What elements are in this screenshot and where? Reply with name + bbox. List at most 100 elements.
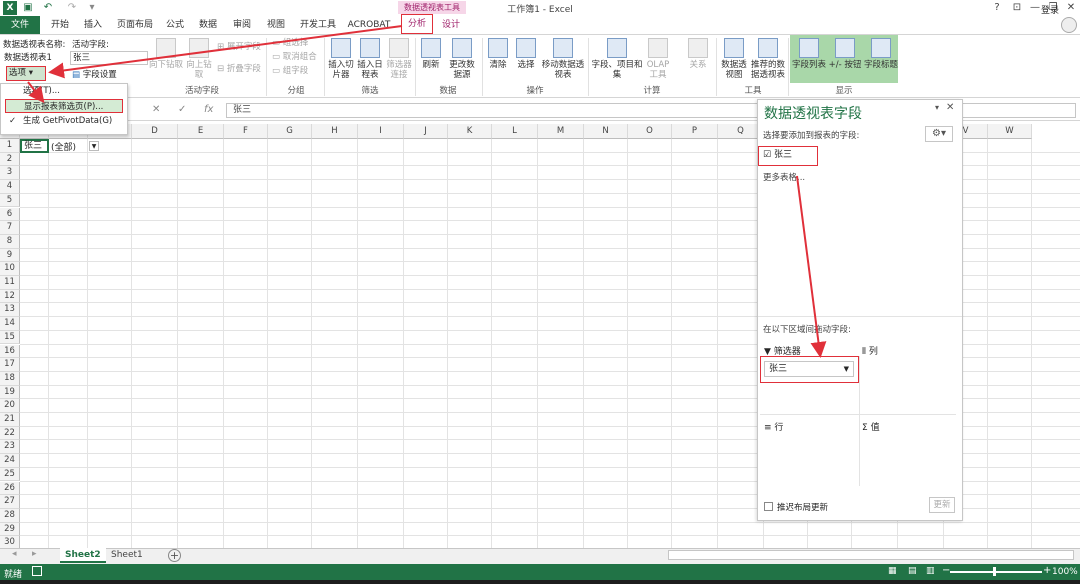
drill-down-button[interactable]: 向下钻取 (148, 38, 184, 70)
row-header[interactable]: 24 (0, 454, 20, 468)
tab-developer[interactable]: 开发工具 (295, 16, 341, 34)
fields-items-sets-button[interactable]: 字段、项目和集 (591, 38, 643, 80)
ungroup-button[interactable]: ▭ 取消组合 (272, 52, 317, 63)
column-header[interactable]: G (268, 124, 312, 139)
row-header[interactable]: 5 (0, 193, 20, 208)
page-layout-view-icon[interactable]: ▤ (908, 566, 917, 576)
undo-icon[interactable]: ↶ (42, 2, 54, 14)
drill-up-button[interactable]: 向上钻取 (185, 38, 213, 80)
row-header[interactable]: 8 (0, 234, 20, 249)
row-header[interactable]: 20 (0, 399, 20, 413)
field-list-toggle[interactable]: 字段列表 (792, 38, 826, 70)
relationships-button[interactable]: 关系 (686, 38, 710, 70)
pane-options-icon[interactable]: ▾ (935, 103, 939, 112)
recommended-pivottables-button[interactable]: 推荐的数据透视表 (750, 38, 786, 80)
redo-icon[interactable]: ↷ (66, 2, 78, 14)
clear-button[interactable]: 清除 (485, 38, 511, 70)
change-data-source-button[interactable]: 更改数据源 (446, 38, 478, 80)
row-header[interactable]: 28 (0, 508, 20, 523)
row-header[interactable]: 10 (0, 262, 20, 276)
defer-update-checkbox[interactable] (764, 502, 773, 511)
row-header[interactable]: 26 (0, 481, 20, 496)
column-header[interactable]: D (132, 124, 178, 139)
add-sheet-icon[interactable]: + (168, 549, 181, 562)
column-header[interactable]: N (584, 124, 628, 139)
zoom-slider-handle[interactable] (993, 567, 996, 576)
pivotchart-button[interactable]: 数据透视图 (720, 38, 748, 80)
tab-home[interactable]: 开始 (44, 16, 76, 34)
row-header[interactable]: 25 (0, 467, 20, 482)
row-header[interactable]: 30 (0, 536, 20, 548)
column-header[interactable]: P (672, 124, 718, 139)
field-headers-toggle[interactable]: 字段标题 (864, 38, 898, 70)
page-break-view-icon[interactable]: ▥ (926, 566, 935, 576)
prev-sheet-icon[interactable]: ◂ (12, 549, 17, 559)
enter-formula-icon[interactable]: ✓ (178, 104, 186, 115)
column-header[interactable]: L (492, 124, 538, 139)
zoom-level[interactable]: 100% (1052, 567, 1078, 577)
row-header[interactable]: 22 (0, 426, 20, 441)
tab-review[interactable]: 审阅 (227, 16, 257, 34)
sheet-tab-sheet1[interactable]: Sheet1 (106, 548, 148, 563)
tab-insert[interactable]: 插入 (78, 16, 108, 34)
row-header[interactable]: 1 (0, 139, 20, 153)
row-header[interactable]: 12 (0, 289, 20, 304)
help-button[interactable]: ? (988, 1, 1006, 15)
row-header[interactable]: 16 (0, 344, 20, 359)
options-button[interactable]: 选项 ▾ (6, 66, 46, 81)
close-button[interactable]: ✕ (1062, 1, 1080, 15)
plus-minus-buttons-toggle[interactable]: +/- 按钮 (828, 38, 862, 70)
field-settings-button[interactable]: ▤ 字段设置 (72, 68, 117, 80)
pivottable-name-input[interactable]: 数据透视表1 (3, 51, 67, 65)
ribbon-display-options-icon[interactable]: ⊡ (1008, 1, 1026, 15)
row-header[interactable]: 15 (0, 330, 20, 345)
normal-view-icon[interactable]: ▦ (888, 566, 897, 576)
select-button[interactable]: 选择 (513, 38, 539, 70)
row-header[interactable]: 17 (0, 358, 20, 372)
row-header[interactable]: 18 (0, 371, 20, 386)
filter-connections-button[interactable]: 筛选器连接 (385, 38, 413, 80)
insert-timeline-button[interactable]: 插入日程表 (356, 38, 384, 80)
refresh-button[interactable]: 刷新 (418, 38, 444, 70)
more-tables-link[interactable]: 更多表格... (763, 171, 805, 183)
filter-dropdown-icon[interactable]: ▼ (89, 141, 99, 151)
row-header[interactable]: 23 (0, 440, 20, 455)
sign-in-link[interactable]: 登录 (1041, 3, 1059, 16)
tab-acrobat[interactable]: ACROBAT (345, 16, 393, 34)
expand-field-button[interactable]: ⊞ 展开字段 (217, 42, 261, 53)
field-item[interactable]: ☑ 张三 (758, 146, 818, 166)
column-header[interactable]: J (404, 124, 448, 139)
macro-record-icon[interactable] (32, 566, 42, 576)
menu-item-options[interactable]: 选项(T)... (1, 84, 127, 98)
cell-a1[interactable]: 张三 (20, 139, 49, 153)
olap-tools-button[interactable]: OLAP 工具 (645, 38, 671, 80)
active-field-input[interactable]: 张三 (70, 51, 148, 65)
column-header[interactable]: K (448, 124, 492, 139)
row-header[interactable]: 6 (0, 207, 20, 222)
cell-b1[interactable]: (全部) (51, 140, 76, 153)
pane-close-icon[interactable]: ✕ (946, 102, 954, 113)
row-header[interactable]: 29 (0, 522, 20, 537)
row-header[interactable]: 19 (0, 385, 20, 400)
sheet-tab-sheet2[interactable]: Sheet2 (60, 548, 106, 563)
row-header[interactable]: 9 (0, 248, 20, 263)
row-header[interactable]: 4 (0, 180, 20, 194)
column-header[interactable]: I (358, 124, 404, 139)
tab-design[interactable]: 设计 (437, 16, 465, 34)
menu-item-show-report-filter-pages[interactable]: 显示报表筛选页(P)... (5, 99, 123, 113)
tab-data[interactable]: 数据 (193, 16, 223, 34)
zoom-slider[interactable] (950, 571, 1042, 573)
column-header[interactable]: W (988, 124, 1032, 139)
insert-function-icon[interactable]: fx (204, 104, 213, 115)
row-header[interactable]: 2 (0, 152, 20, 167)
row-header[interactable]: 11 (0, 276, 20, 290)
tab-page-layout[interactable]: 页面布局 (112, 16, 158, 34)
column-header[interactable]: E (178, 124, 224, 139)
cancel-formula-icon[interactable]: ✕ (152, 104, 160, 115)
column-header[interactable]: O (628, 124, 672, 139)
row-header[interactable]: 13 (0, 303, 20, 318)
column-header[interactable]: M (538, 124, 584, 139)
horizontal-scrollbar[interactable] (668, 550, 1074, 560)
tab-analyze[interactable]: 分析 (401, 14, 433, 34)
row-header[interactable]: 14 (0, 317, 20, 331)
